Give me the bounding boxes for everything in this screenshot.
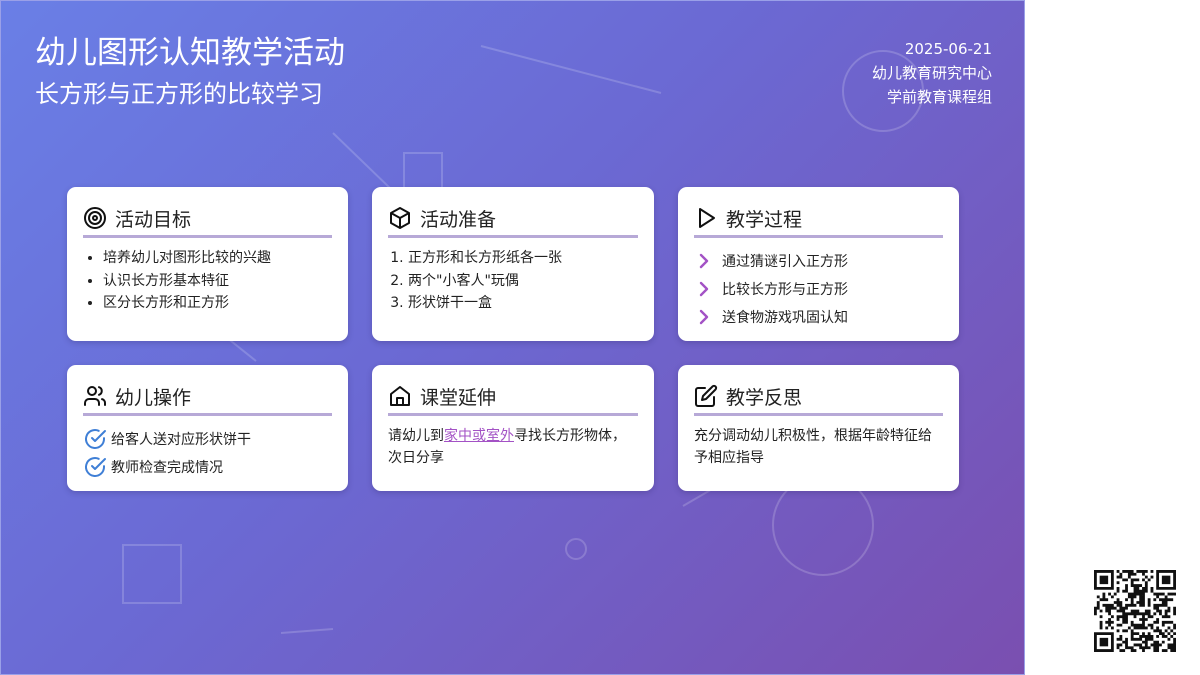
chevron-right-icon	[699, 281, 709, 297]
extension-text: 请幼儿到家中或室外寻找长方形物体，次日分享	[388, 425, 638, 469]
card-reflection: 教学反思 充分调动幼儿积极性，根据年龄特征给予相应指导	[678, 365, 959, 491]
date-label: 2025-06-21	[904, 40, 992, 58]
card-operation-header: 幼儿操作	[83, 379, 332, 416]
reflection-text: 充分调动幼儿积极性，根据年龄特征给予相应指导	[694, 428, 932, 466]
list-item: 形状饼干一盒	[408, 292, 638, 315]
extension-text-before: 请幼儿到	[388, 428, 444, 444]
card-extension-header: 课堂延伸	[388, 379, 638, 416]
page-subtitle: 长方形与正方形的比较学习	[35, 80, 323, 108]
card-goals-header: 活动目标	[83, 201, 332, 238]
card-operation-title: 幼儿操作	[115, 386, 192, 409]
check-circle-icon	[85, 457, 106, 477]
chevron-right-icon	[699, 253, 709, 269]
target-icon	[84, 207, 106, 229]
card-operation: 幼儿操作 给客人送对应形状饼干 教师检查完成情况	[67, 365, 348, 491]
org-label: 幼儿教育研究中心	[871, 64, 992, 82]
card-extension-title: 课堂延伸	[420, 386, 497, 409]
list-item: 比较长方形与正方形	[694, 275, 943, 303]
list-item: 培养幼儿对图形比较的兴趣	[103, 247, 332, 270]
list-item: 认识长方形基本特征	[103, 270, 332, 293]
process-list: 通过猜谜引入正方形 比较长方形与正方形 送食物游戏巩固认知	[694, 247, 943, 331]
meta-block: 2025-06-21 幼儿教育研究中心 学前教育课程组	[872, 37, 992, 109]
goals-list: 培养幼儿对图形比较的兴趣 认识长方形基本特征 区分长方形和正方形	[83, 247, 332, 315]
card-process-title: 教学过程	[726, 208, 803, 231]
operation-list: 给客人送对应形状饼干 教师检查完成情况	[83, 425, 332, 481]
page-title: 幼儿图形认知教学活动	[35, 35, 345, 71]
list-item-label: 教师检查完成情况	[111, 460, 223, 476]
chevron-right-icon	[699, 309, 709, 325]
slide: 幼儿图形认知教学活动 长方形与正方形的比较学习 2025-06-21 幼儿教育研…	[0, 0, 1025, 675]
group-label: 学前教育课程组	[886, 88, 992, 106]
home-icon	[390, 386, 410, 406]
card-prep: 活动准备 正方形和长方形纸各一张 两个"小客人"玩偶 形状饼干一盒	[372, 187, 654, 341]
card-prep-header: 活动准备	[388, 201, 638, 238]
list-item: 通过猜谜引入正方形	[694, 247, 943, 275]
prep-list: 正方形和长方形纸各一张 两个"小客人"玩偶 形状饼干一盒	[388, 247, 638, 315]
card-reflection-title: 教学反思	[726, 386, 803, 409]
card-process: 教学过程 通过猜谜引入正方形 比较长方形与正方形 送食物游戏巩固认知	[678, 187, 959, 341]
list-item: 正方形和长方形纸各一张	[408, 247, 638, 270]
list-item-label: 比较长方形与正方形	[722, 282, 848, 298]
box-icon	[390, 207, 410, 229]
extension-link[interactable]: 家中或室外	[444, 428, 514, 444]
check-circle-icon	[85, 429, 106, 449]
edit-icon	[695, 384, 718, 407]
card-goals-title: 活动目标	[115, 208, 192, 231]
card-reflection-header: 教学反思	[694, 379, 943, 416]
list-item: 两个"小客人"玩偶	[408, 270, 638, 293]
list-item: 送食物游戏巩固认知	[694, 303, 943, 331]
list-item: 教师检查完成情况	[83, 453, 332, 481]
list-item-label: 通过猜谜引入正方形	[722, 254, 848, 270]
list-item: 给客人送对应形状饼干	[83, 425, 332, 453]
users-icon	[84, 386, 107, 406]
qr-code-image	[1094, 570, 1176, 652]
play-icon	[699, 208, 715, 228]
card-goals: 活动目标 培养幼儿对图形比较的兴趣 认识长方形基本特征 区分长方形和正方形	[67, 187, 348, 341]
list-item-label: 送食物游戏巩固认知	[722, 310, 848, 326]
card-process-header: 教学过程	[694, 201, 943, 238]
card-extension: 课堂延伸 请幼儿到家中或室外寻找长方形物体，次日分享	[372, 365, 654, 491]
list-item-label: 给客人送对应形状饼干	[111, 432, 251, 448]
card-prep-title: 活动准备	[420, 208, 497, 231]
list-item: 区分长方形和正方形	[103, 292, 332, 315]
